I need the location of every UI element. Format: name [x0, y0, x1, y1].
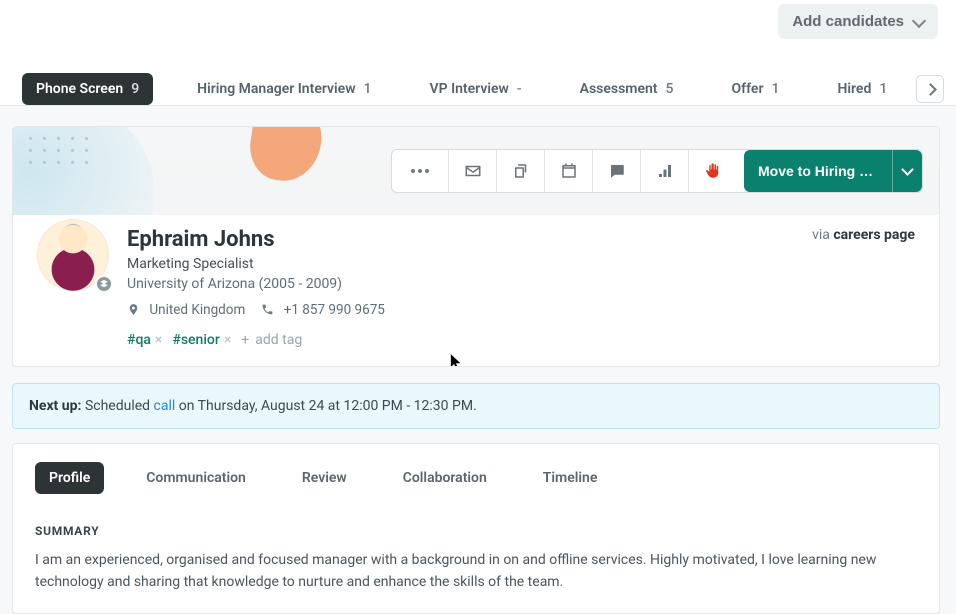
copy-icon [512, 162, 530, 180]
profile-tabs: Profile Communication Review Collaborati… [35, 462, 917, 494]
profile-panel: Profile Communication Review Collaborati… [12, 443, 940, 614]
candidate-name: Ephraim Johns [127, 227, 794, 252]
next-up-label: Next up: [29, 398, 81, 414]
candidate-education: University of Arizona (2005 - 2009) [127, 276, 794, 292]
avatar [37, 219, 109, 291]
source-badge-icon [95, 275, 113, 293]
summary-text: I am an experienced, organised and focus… [35, 550, 917, 593]
candidate-tags: #qa× #senior× +add tag [127, 332, 794, 348]
add-candidates-label: Add candidates [792, 13, 904, 30]
pipeline-stages: Phone Screen 9 Hiring Manager Interview … [0, 39, 956, 106]
move-stage-label: Move to Hiring Mana… [758, 163, 882, 179]
stage-label: VP Interview [430, 81, 509, 97]
stage-label: Assessment [580, 81, 658, 97]
move-stage-dropdown[interactable] [892, 150, 912, 192]
add-tag-button[interactable]: +add tag [241, 332, 302, 348]
phone-icon [261, 303, 274, 316]
summary-heading: SUMMARY [35, 524, 917, 538]
stage-label: Phone Screen [36, 81, 123, 97]
stage-label: Offer [731, 81, 763, 97]
candidate-location: United Kingdom [127, 302, 245, 318]
candidate-title: Marketing Specialist [127, 256, 794, 272]
stage-count: 5 [666, 81, 674, 97]
ellipsis-icon [411, 169, 429, 173]
calendar-icon [560, 162, 578, 180]
candidate-toolbar: Move to Hiring Mana… [391, 149, 923, 193]
tab-review[interactable]: Review [288, 462, 361, 494]
stage-phone-screen[interactable]: Phone Screen 9 [22, 73, 153, 105]
steps-icon [656, 162, 674, 180]
stage-hiring-manager-interview[interactable]: Hiring Manager Interview 1 [183, 73, 385, 105]
stage-label: Hiring Manager Interview [197, 81, 355, 97]
tab-timeline[interactable]: Timeline [529, 462, 612, 494]
mail-icon [464, 162, 482, 180]
disqualify-button[interactable] [688, 150, 736, 192]
candidate-source-link[interactable]: careers page [833, 227, 915, 243]
tag-remove-icon[interactable]: × [155, 332, 162, 348]
chevron-down-icon [903, 167, 912, 176]
tag-qa[interactable]: #qa× [127, 332, 162, 348]
stage-count: 1 [879, 81, 887, 97]
candidate-phone: +1 857 990 9675 [261, 302, 385, 318]
hero-decoration [29, 133, 119, 177]
tag-senior[interactable]: #senior× [172, 332, 231, 348]
stage-count: 1 [364, 81, 372, 97]
chevron-right-icon [926, 85, 935, 94]
plus-icon: + [241, 332, 249, 348]
card-hero: Move to Hiring Mana… [13, 127, 939, 215]
tab-communication[interactable]: Communication [132, 462, 260, 494]
evaluate-button[interactable] [640, 150, 688, 192]
stage-offer[interactable]: Offer 1 [717, 73, 793, 105]
comment-button[interactable] [592, 150, 640, 192]
schedule-button[interactable] [544, 150, 592, 192]
next-up-call-link[interactable]: call [154, 398, 176, 414]
tab-collaboration[interactable]: Collaboration [389, 462, 501, 494]
stage-hired[interactable]: Hired 1 [823, 73, 901, 105]
stage-vp-interview[interactable]: VP Interview - [416, 73, 536, 105]
copy-link-button[interactable] [496, 150, 544, 192]
stage-assessment[interactable]: Assessment 5 [566, 73, 688, 105]
stage-label: Hired [837, 81, 871, 97]
hero-decoration [246, 127, 326, 185]
stage-count: 1 [771, 81, 779, 97]
more-actions-button[interactable] [392, 150, 448, 192]
candidate-card: Move to Hiring Mana… Ephraim Johns Marke… [12, 126, 940, 367]
email-button[interactable] [448, 150, 496, 192]
next-up-bar: Next up: Scheduled call on Thursday, Aug… [12, 383, 940, 429]
tab-profile[interactable]: Profile [35, 462, 104, 494]
stage-count: 9 [131, 81, 139, 97]
hand-stop-icon [704, 162, 722, 180]
stage-count: - [517, 81, 522, 97]
stages-scroll-right-button[interactable] [916, 75, 944, 103]
add-candidates-button[interactable]: Add candidates [778, 4, 938, 39]
location-pin-icon [127, 303, 140, 316]
candidate-source: via careers page [812, 227, 915, 243]
comment-icon [608, 162, 626, 180]
move-stage-button[interactable]: Move to Hiring Mana… [744, 150, 922, 192]
chevron-down-icon [914, 18, 924, 28]
tag-remove-icon[interactable]: × [224, 332, 231, 348]
